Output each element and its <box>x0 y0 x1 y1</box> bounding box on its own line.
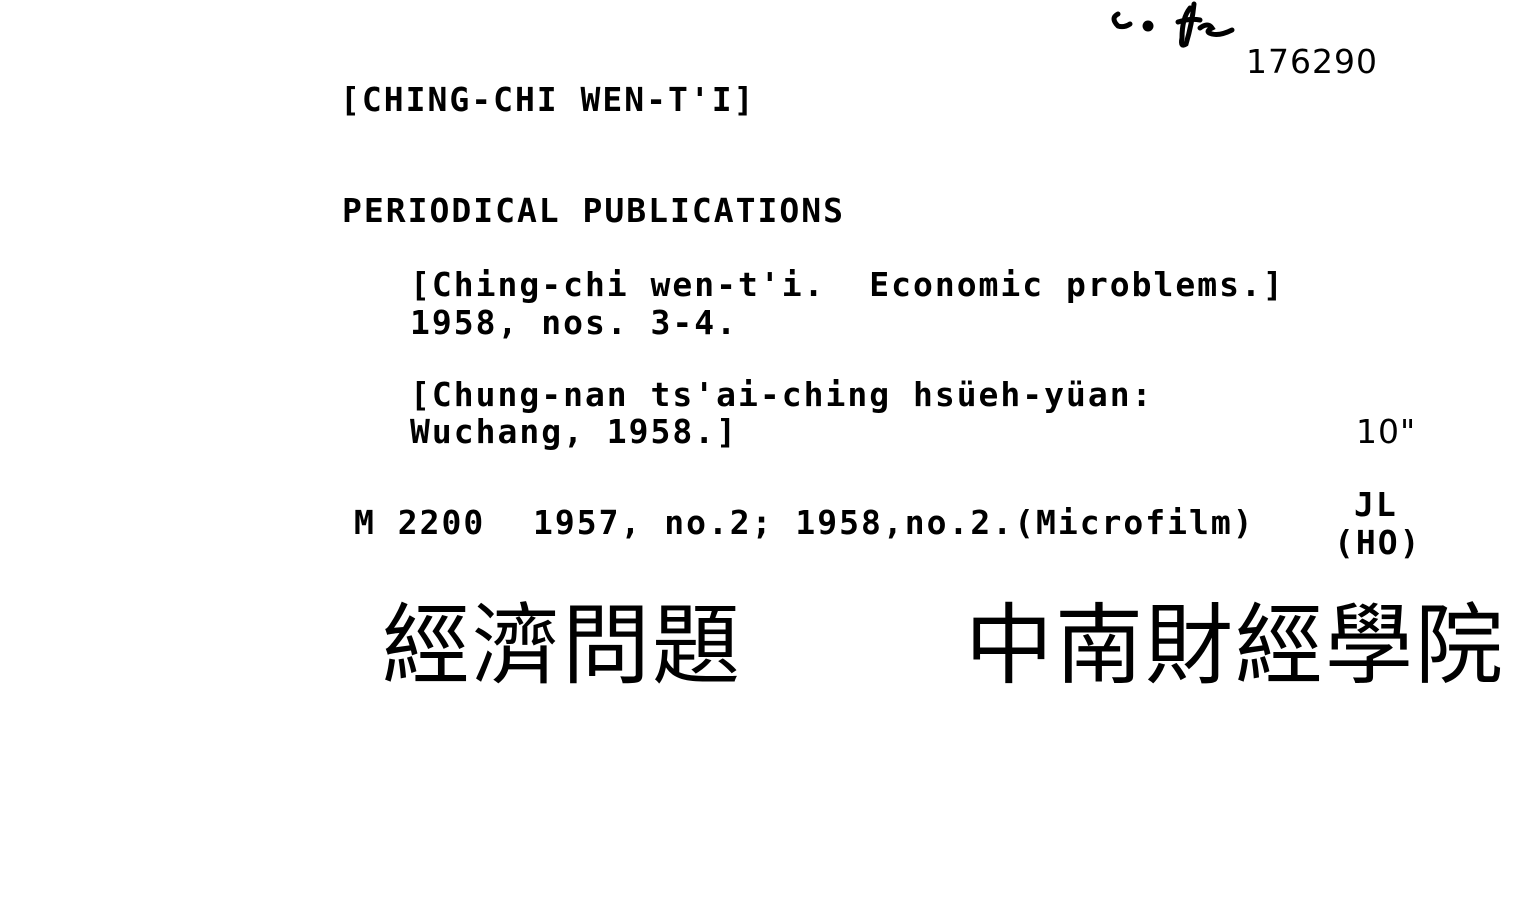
handwritten-chinese-publisher: 中南財經學院 <box>965 594 1506 697</box>
card-heading: [CHING-CHI WEN-T'I] <box>340 80 756 119</box>
handwritten-chinese-title: 經濟問題 <box>382 594 743 697</box>
handwriting <box>1111 1 1235 48</box>
subject-heading: PERIODICAL PUBLICATIONS <box>342 191 845 230</box>
accession-number: 176290 <box>1246 42 1378 81</box>
title-line-2: 1958, nos. 3-4. <box>410 303 739 342</box>
holdings: 1957, no.2; 1958,no.2.(Microfilm) <box>533 503 1255 542</box>
imprint-line-1: [Chung-nan ts'ai-ching hsüeh-yüan: <box>410 375 1154 414</box>
call-number: M 2200 <box>354 503 486 542</box>
location-line-1: JL <box>1354 485 1398 524</box>
location-line-2: (HO) <box>1334 523 1422 562</box>
size-note: 10" <box>1356 412 1417 451</box>
imprint-line-2: Wuchang, 1958.] <box>410 412 739 451</box>
handwritten-note-signature <box>1111 1 1235 48</box>
title-line-1: [Ching-chi wen-t'i. Economic problems.] <box>410 265 1285 304</box>
